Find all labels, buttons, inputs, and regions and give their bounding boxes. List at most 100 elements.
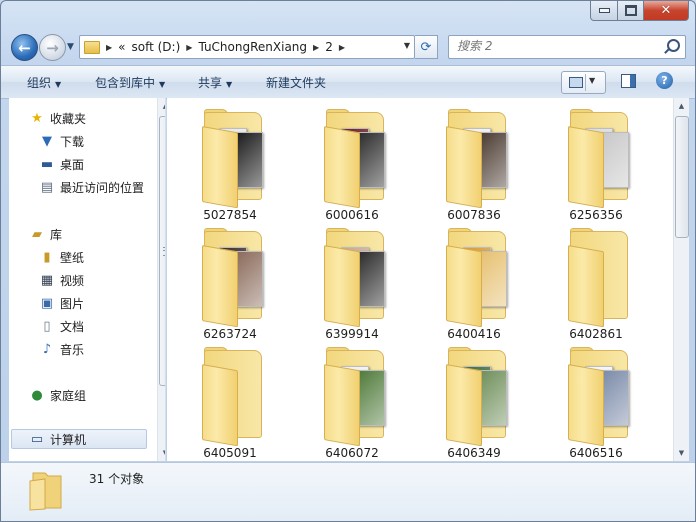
chevron-down-icon: ▼ <box>55 80 62 89</box>
nav-item-label: 桌面 <box>60 157 85 172</box>
folder-front-flap <box>202 126 238 209</box>
thumbnail-preview <box>235 251 263 307</box>
share-label: 共享 <box>198 76 223 90</box>
scroll-up-icon[interactable]: ▲ <box>674 98 689 114</box>
nav-item-videos[interactable]: ▦ 视频 <box>39 270 84 290</box>
chevron-down-icon: ▼ <box>159 80 166 89</box>
folder-name: 6406516 <box>569 446 623 460</box>
homegroup-icon: ● <box>31 387 43 403</box>
scroll-thumb[interactable] <box>159 116 165 386</box>
folder-front-flap <box>324 126 360 209</box>
organize-menu[interactable]: 组织 ▼ <box>27 74 61 91</box>
minimize-icon <box>598 8 610 13</box>
caption-buttons: ✕ <box>590 1 689 21</box>
folder-item[interactable]: 6000616 <box>297 104 407 222</box>
scroll-up-icon[interactable]: ▲ <box>158 98 165 114</box>
share-menu[interactable]: 共享 ▼ <box>198 74 232 91</box>
search-input[interactable] <box>455 38 659 54</box>
folder-front-flap <box>202 364 238 447</box>
view-icon <box>569 77 583 88</box>
thumbnail-preview <box>479 132 507 188</box>
close-button[interactable]: ✕ <box>644 1 689 21</box>
nav-item-label: 视频 <box>60 273 85 288</box>
star-icon: ★ <box>31 110 43 126</box>
nav-item-recent[interactable]: ▤ 最近访问的位置 <box>39 177 144 197</box>
explorer-window: ✕ ← → ▼ ▶ « soft (D:) ▶ TuChongRenXiang … <box>0 0 696 522</box>
forward-button[interactable]: → <box>39 34 66 61</box>
thumbnail-preview <box>479 370 507 426</box>
nav-item-pictures[interactable]: ▣ 图片 <box>39 293 84 313</box>
folder-item[interactable]: 6402861 <box>541 223 651 341</box>
breadcrumb-overflow[interactable]: « <box>118 40 125 54</box>
nav-homegroup-label: 家庭组 <box>50 388 87 403</box>
folder-item[interactable]: 6405091 <box>175 342 285 460</box>
thumbnail-preview <box>357 251 385 307</box>
nav-homegroup[interactable]: ● 家庭组 <box>29 385 86 405</box>
refresh-button[interactable]: ⟳ <box>415 35 438 59</box>
folder-item[interactable]: 6406349 <box>419 342 529 460</box>
nav-item-label: 音乐 <box>60 342 85 357</box>
include-in-library-menu[interactable]: 包含到库中 ▼ <box>95 74 165 91</box>
folder-name: 6406072 <box>325 446 379 460</box>
breadcrumb-current[interactable]: 2 <box>325 40 333 54</box>
navigation-pane: ★ 收藏夹 ▼ 下载 ▬ 桌面 ▤ 最近访问的位置 ▰ 库 ▮ 壁纸 ▦ 视频 ▣ 图片 ▯ 文档… <box>9 98 166 461</box>
history-dropdown-button[interactable]: ▼ <box>67 42 74 52</box>
folder-item[interactable]: 6263724 <box>175 223 285 341</box>
folder-icon <box>84 40 100 54</box>
breadcrumb-folder[interactable]: TuChongRenXiang <box>198 40 307 54</box>
nav-pane-scrollbar[interactable]: ▲ ▼ <box>157 98 165 461</box>
maximize-button[interactable] <box>618 1 644 21</box>
nav-item-downloads[interactable]: ▼ 下载 <box>39 131 84 151</box>
new-folder-button[interactable]: 新建文件夹 <box>266 74 326 91</box>
scroll-thumb[interactable] <box>675 116 689 238</box>
folder-front-flap <box>446 245 482 328</box>
help-icon: ? <box>661 74 668 87</box>
scroll-down-icon[interactable]: ▼ <box>674 445 689 461</box>
nav-favorites[interactable]: ★ 收藏夹 <box>29 108 86 128</box>
address-bar[interactable]: ▶ « soft (D:) ▶ TuChongRenXiang ▶ 2 ▶ ▼ <box>79 35 415 59</box>
nav-item-documents[interactable]: ▯ 文档 <box>39 316 84 336</box>
folder-item[interactable]: 6399914 <box>297 223 407 341</box>
nav-item-label: 下载 <box>60 134 85 149</box>
content-scrollbar[interactable]: ▲ ▼ <box>673 98 689 461</box>
folder-item[interactable]: 6406072 <box>297 342 407 460</box>
nav-libraries[interactable]: ▰ 库 <box>29 224 62 244</box>
grip-icon <box>163 247 165 256</box>
chevron-down-icon[interactable]: ▼ <box>589 76 595 85</box>
nav-item-label: 图片 <box>60 296 85 311</box>
folder-front-flap <box>324 364 360 447</box>
preview-pane-button[interactable] <box>621 74 636 88</box>
help-button[interactable]: ? <box>656 72 673 89</box>
nav-computer-label: 计算机 <box>50 432 87 447</box>
nav-item-label: 壁纸 <box>60 250 85 265</box>
folder-item[interactable]: 5027854 <box>175 104 285 222</box>
nav-item-music[interactable]: ♪ 音乐 <box>39 339 84 359</box>
search-box[interactable] <box>448 35 686 59</box>
file-list-view: 5027854 6000616 6007836 6256356 6263724 63999… <box>167 98 687 461</box>
chevron-right-icon[interactable]: ▶ <box>186 43 192 52</box>
search-icon[interactable] <box>667 39 680 52</box>
folder-item[interactable]: 6256356 <box>541 104 651 222</box>
change-view-button[interactable]: ▼ <box>561 71 606 94</box>
folder-item[interactable]: 6400416 <box>419 223 529 341</box>
details-pane: 31 个对象 <box>1 462 695 521</box>
folder-item[interactable]: 6406516 <box>541 342 651 460</box>
nav-item-wallpaper[interactable]: ▮ 壁纸 <box>39 247 84 267</box>
library-icon: ▰ <box>32 226 42 242</box>
minimize-button[interactable] <box>590 1 618 21</box>
chevron-right-icon[interactable]: ▶ <box>339 43 345 52</box>
nav-item-label: 文档 <box>60 319 85 334</box>
scroll-down-icon[interactable]: ▼ <box>158 445 165 461</box>
folder-front-flap <box>568 126 604 209</box>
folder-name: 6405091 <box>203 446 257 460</box>
folder-name: 6007836 <box>447 208 501 222</box>
address-dropdown-icon[interactable]: ▼ <box>404 41 410 50</box>
nav-item-desktop[interactable]: ▬ 桌面 <box>39 154 84 174</box>
desktop-icon: ▬ <box>40 156 54 172</box>
nav-computer[interactable]: ▭ 计算机 <box>11 429 147 449</box>
folder-item[interactable]: 6007836 <box>419 104 529 222</box>
item-count: 31 个对象 <box>89 472 145 486</box>
chevron-right-icon[interactable]: ▶ <box>313 43 319 52</box>
breadcrumb-drive[interactable]: soft (D:) <box>132 40 181 54</box>
back-button[interactable]: ← <box>11 34 38 61</box>
